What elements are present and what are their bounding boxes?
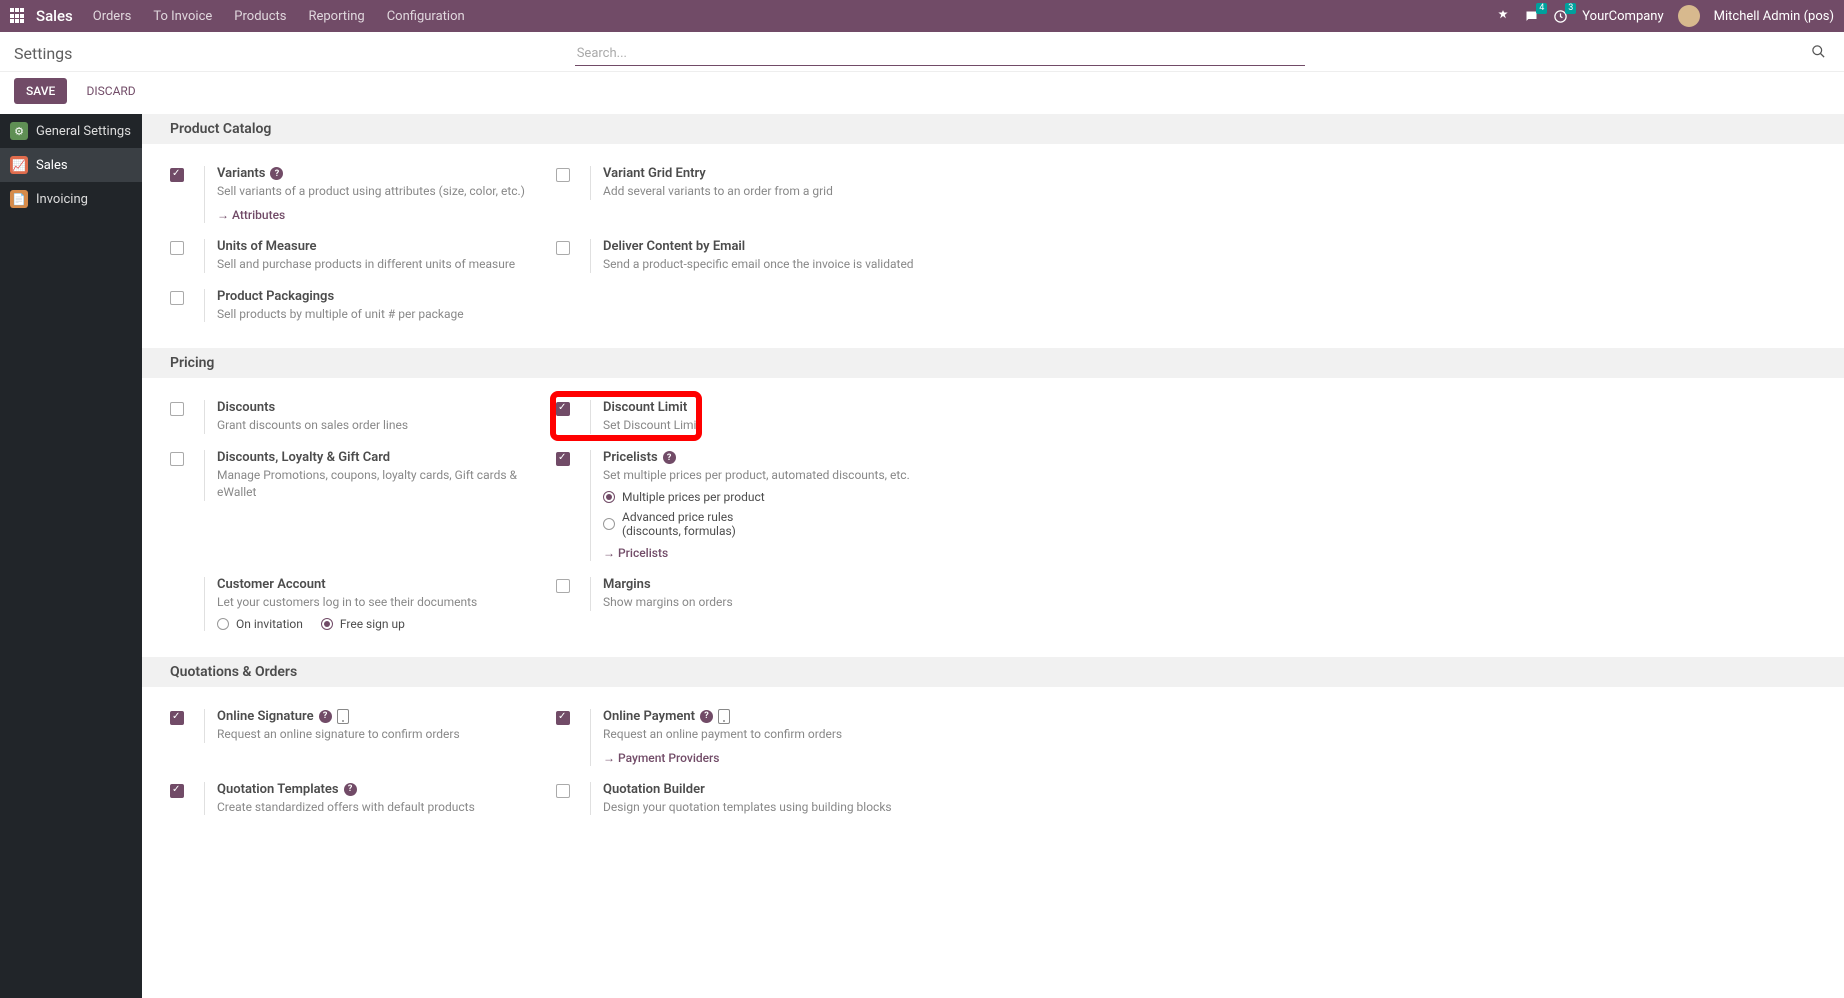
setting-online-signature: Online Signature? Request an online sign… — [170, 701, 536, 751]
setting-variant-grid: Variant Grid Entry Add several variants … — [556, 158, 922, 208]
setting-variants: Variants? Sell variants of a product usi… — [170, 158, 536, 231]
radio-on-invitation[interactable]: On invitation — [217, 617, 303, 631]
nav-products[interactable]: Products — [234, 9, 286, 24]
settings-sidebar: ⚙ General Settings 📈 Sales 📄 Invoicing — [0, 114, 142, 998]
setting-quotation-builder: Quotation Builder Design your quotation … — [556, 774, 922, 824]
link-attributes[interactable]: → Attributes — [217, 208, 285, 222]
search-icon[interactable] — [1807, 40, 1830, 67]
checkbox-packagings[interactable] — [170, 291, 184, 305]
gear-icon: ⚙ — [10, 122, 28, 140]
clock-icon[interactable]: 3 — [1553, 9, 1568, 24]
checkbox-variant-grid[interactable] — [556, 168, 570, 182]
help-icon[interactable]: ? — [663, 451, 676, 464]
setting-deliver-email: Deliver Content by Email Send a product-… — [556, 231, 922, 281]
setting-loyalty: Discounts, Loyalty & Gift Card Manage Pr… — [170, 442, 536, 509]
checkbox-pricelists[interactable] — [556, 452, 570, 466]
checkbox-discount-limit[interactable] — [556, 402, 570, 416]
setting-online-payment: Online Payment? Request an online paymen… — [556, 701, 922, 774]
setting-margins: Margins Show margins on orders — [556, 569, 922, 619]
section-product-catalog: Product Catalog — [142, 114, 1844, 144]
settings-content[interactable]: Product Catalog Variants? Sell variants … — [142, 114, 1844, 998]
mobile-icon — [718, 709, 730, 724]
sidebar-item-label: Invoicing — [36, 192, 88, 207]
help-icon[interactable]: ? — [344, 783, 357, 796]
discard-button[interactable]: DISCARD — [75, 78, 148, 104]
nav-reporting[interactable]: Reporting — [308, 9, 364, 24]
apps-icon[interactable] — [10, 8, 26, 24]
mobile-icon — [337, 709, 349, 724]
sidebar-invoicing[interactable]: 📄 Invoicing — [0, 182, 142, 216]
section-quotations: Quotations & Orders — [142, 657, 1844, 687]
setting-quotation-templates: Quotation Templates? Create standardized… — [170, 774, 536, 824]
setting-uom: Units of Measure Sell and purchase produ… — [170, 231, 536, 281]
save-button[interactable]: SAVE — [14, 78, 67, 104]
checkbox-online-signature[interactable] — [170, 711, 184, 725]
checkbox-quotation-builder[interactable] — [556, 784, 570, 798]
checkbox-deliver-email[interactable] — [556, 241, 570, 255]
checkbox-margins[interactable] — [556, 579, 570, 593]
help-icon[interactable]: ? — [270, 167, 283, 180]
chat-badge: 4 — [1536, 3, 1547, 14]
checkbox-variants[interactable] — [170, 168, 184, 182]
nav-to-invoice[interactable]: To Invoice — [153, 9, 212, 24]
checkbox-quotation-templates[interactable] — [170, 784, 184, 798]
link-payment-providers[interactable]: → Payment Providers — [603, 751, 719, 765]
sub-header: Settings — [0, 32, 1844, 72]
checkbox-uom[interactable] — [170, 241, 184, 255]
chart-icon: 📈 — [10, 156, 28, 174]
setting-discount-limit: Discount Limit Set Discount Limit — [556, 392, 922, 442]
nav-configuration[interactable]: Configuration — [387, 9, 465, 24]
clock-badge: 3 — [1565, 3, 1576, 14]
setting-customer-account: Customer Account Let your customers log … — [170, 569, 536, 639]
section-pricing: Pricing — [142, 348, 1844, 378]
checkbox-discounts[interactable] — [170, 402, 184, 416]
search-input[interactable] — [575, 42, 1305, 66]
user-name[interactable]: Mitchell Admin (pos) — [1714, 9, 1834, 24]
setting-packagings: Product Packagings Sell products by mult… — [170, 281, 536, 331]
gift-icon[interactable] — [1496, 9, 1510, 23]
radio-advanced-rules[interactable]: Advanced price rules(discounts, formulas… — [603, 510, 922, 538]
checkbox-online-payment[interactable] — [556, 711, 570, 725]
company-name[interactable]: YourCompany — [1582, 9, 1663, 24]
radio-free-signup[interactable]: Free sign up — [321, 617, 405, 631]
help-icon[interactable]: ? — [700, 710, 713, 723]
doc-icon: 📄 — [10, 190, 28, 208]
sidebar-general-settings[interactable]: ⚙ General Settings — [0, 114, 142, 148]
checkbox-loyalty[interactable] — [170, 452, 184, 466]
app-brand[interactable]: Sales — [36, 7, 73, 25]
page-title: Settings — [14, 44, 72, 63]
setting-discounts: Discounts Grant discounts on sales order… — [170, 392, 536, 442]
action-bar: SAVE DISCARD — [0, 72, 1844, 114]
help-icon[interactable]: ? — [319, 710, 332, 723]
setting-pricelists: Pricelists? Set multiple prices per prod… — [556, 442, 922, 569]
nav-orders[interactable]: Orders — [93, 9, 132, 24]
chat-icon[interactable]: 4 — [1524, 9, 1539, 24]
sidebar-sales[interactable]: 📈 Sales — [0, 148, 142, 182]
avatar[interactable] — [1678, 5, 1700, 27]
top-navbar: Sales Orders To Invoice Products Reporti… — [0, 0, 1844, 32]
radio-multiple-prices[interactable]: Multiple prices per product — [603, 490, 922, 504]
sidebar-item-label: General Settings — [36, 124, 131, 139]
sidebar-item-label: Sales — [36, 158, 68, 173]
link-pricelists[interactable]: → Pricelists — [603, 546, 668, 560]
